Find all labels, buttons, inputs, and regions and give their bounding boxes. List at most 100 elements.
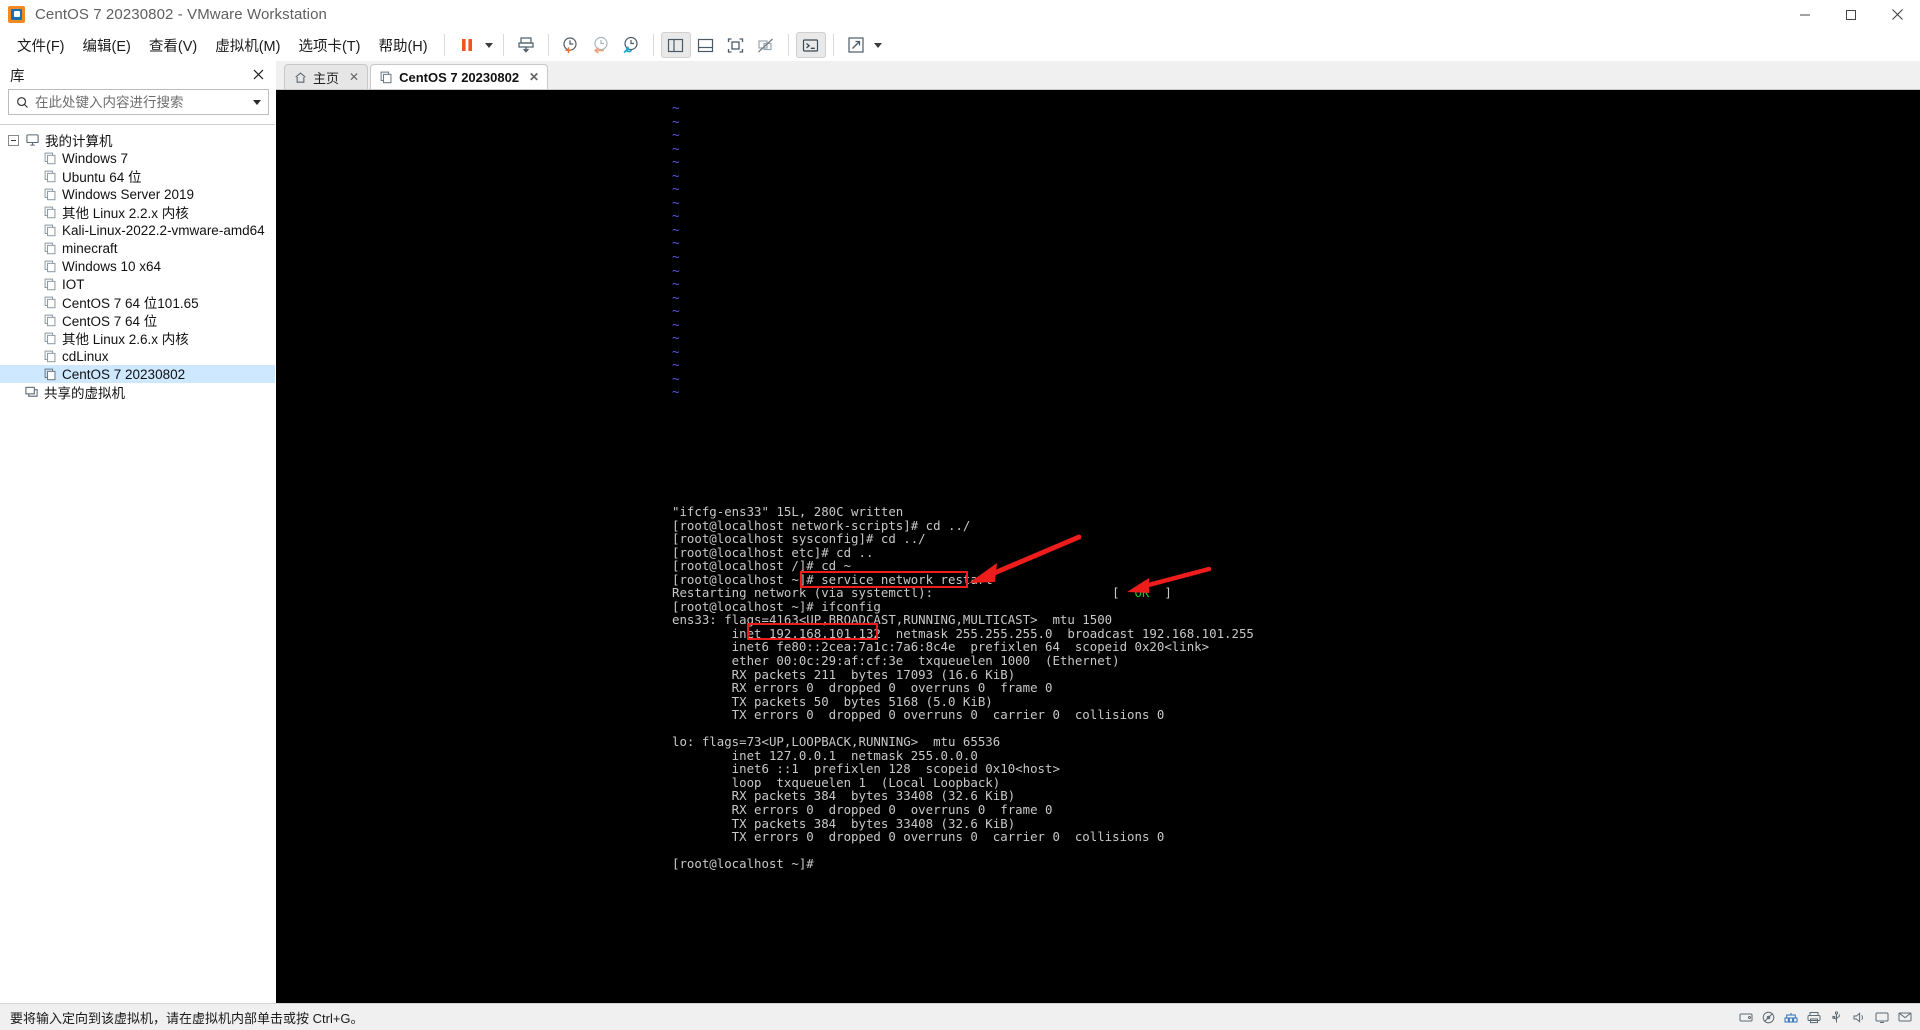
sidebar-item-ubuntu-64[interactable]: Ubuntu 64 位	[0, 167, 275, 185]
display-icon[interactable]	[1875, 1011, 1889, 1024]
search-box[interactable]	[8, 89, 269, 115]
title-bar: CentOS 7 20230802 - VMware Workstation	[0, 0, 1920, 29]
sidebar-item-shared-vms[interactable]: 共享的虚拟机	[0, 383, 275, 401]
sidebar-item-label: CentOS 7 20230802	[62, 366, 186, 382]
vm-icon	[44, 332, 56, 344]
vm-icon	[44, 170, 56, 182]
vm-icon	[44, 296, 56, 308]
sidebar-item-kali-linux[interactable]: Kali-Linux-2022.2-vmware-amd64	[0, 221, 275, 239]
collapse-icon[interactable]	[8, 134, 19, 146]
sidebar-item-other-linux-22[interactable]: 其他 Linux 2.2.x 内核	[0, 203, 275, 221]
network-adapter-icon[interactable]	[1784, 1011, 1798, 1024]
toolbar-separator	[787, 34, 789, 56]
sidebar-item-centos-7-64[interactable]: CentOS 7 64 位	[0, 311, 275, 329]
stretch-button[interactable]	[841, 32, 871, 58]
minimize-button[interactable]	[1782, 0, 1828, 29]
sidebar-item-iot[interactable]: IOT	[0, 275, 275, 293]
usb-icon[interactable]	[1830, 1010, 1843, 1024]
toolbar-separator	[443, 34, 445, 56]
sidebar-item-other-linux-26[interactable]: 其他 Linux 2.6.x 内核	[0, 329, 275, 347]
stretch-dropdown[interactable]	[871, 32, 885, 58]
sidebar-item-label: Windows 10 x64	[62, 258, 162, 274]
menu-view[interactable]: 查看(V)	[140, 31, 206, 60]
tab-close-icon[interactable]: ✕	[529, 70, 539, 84]
terminal-output: "ifcfg-ens33" 15L, 280C written [root@loc…	[672, 504, 1254, 872]
message-icon[interactable]	[1898, 1011, 1912, 1024]
suspend-button[interactable]	[452, 32, 482, 58]
sidebar-item-label: cdLinux	[62, 348, 109, 364]
vm-icon	[380, 71, 392, 83]
library-panel: 库 在此处键入内容进行搜索 我的计算机 Windows 7 Ubuntu 64 …	[0, 61, 276, 1003]
toolbar-separator	[547, 34, 549, 56]
tab-bar: 主页 ✕ CentOS 7 20230802 ✕	[276, 61, 1920, 89]
sidebar-item-windows-server-2019[interactable]: Windows Server 2019	[0, 185, 275, 203]
vm-console-screen[interactable]: ~ ~ ~ ~ ~ ~ ~ ~ ~ ~ ~ ~ ~ ~ ~ ~ ~ ~ ~ ~ …	[276, 89, 1920, 1003]
sidebar-item-label: IOT	[62, 276, 85, 292]
unity-button[interactable]	[751, 32, 781, 58]
toolbar-separator	[832, 34, 834, 56]
menu-help[interactable]: 帮助(H)	[369, 31, 436, 60]
vm-pane: 主页 ✕ CentOS 7 20230802 ✕ ~ ~ ~ ~ ~ ~ ~ ~…	[276, 61, 1920, 1003]
sidebar-item-label: 其他 Linux 2.2.x 内核	[62, 206, 189, 221]
menu-file[interactable]: 文件(F)	[8, 31, 74, 60]
search-dropdown-icon[interactable]	[250, 90, 264, 114]
menu-edit[interactable]: 编辑(E)	[74, 31, 140, 60]
library-search-row	[0, 89, 275, 115]
shared-vm-label: 共享的虚拟机	[44, 386, 125, 401]
tab-label: 主页	[313, 70, 340, 86]
vm-tree: 我的计算机 Windows 7 Ubuntu 64 位 Windows Serv…	[0, 124, 275, 1003]
sidebar-item-cdlinux[interactable]: cdLinux	[0, 347, 275, 365]
vm-icon	[44, 368, 56, 380]
sidebar-item-label: 其他 Linux 2.6.x 内核	[62, 332, 189, 347]
library-close-icon[interactable]	[248, 66, 269, 85]
sidebar-item-label: CentOS 7 64 位101.65	[62, 296, 199, 311]
sidebar-item-label: CentOS 7 64 位	[62, 314, 158, 329]
tab-centos-7-20230802[interactable]: CentOS 7 20230802 ✕	[370, 64, 549, 89]
tree-root-my-computer[interactable]: 我的计算机	[0, 131, 275, 149]
status-message: 要将输入定向到该虚拟机，请在虚拟机内部单击或按 Ctrl+G。	[10, 1010, 364, 1026]
console-button[interactable]	[795, 32, 826, 58]
power-dropdown[interactable]	[482, 32, 496, 58]
sidebar-item-windows-10-x64[interactable]: Windows 10 x64	[0, 257, 275, 275]
tree-root-label: 我的计算机	[45, 134, 113, 149]
search-input[interactable]	[29, 94, 250, 110]
show-console-view-button[interactable]	[691, 32, 721, 58]
status-bar: 要将输入定向到该虚拟机，请在虚拟机内部单击或按 Ctrl+G。	[0, 1003, 1920, 1030]
hard-disk-icon[interactable]	[1739, 1011, 1753, 1024]
sidebar-item-label: Ubuntu 64 位	[62, 170, 142, 185]
manage-snapshot-button[interactable]	[511, 32, 541, 58]
main-body: 库 在此处键入内容进行搜索 我的计算机 Windows 7 Ubuntu 64 …	[0, 61, 1920, 1003]
maximize-button[interactable]	[1828, 0, 1874, 29]
tab-close-icon[interactable]: ✕	[349, 70, 359, 84]
vm-icon	[44, 242, 56, 254]
cd-dvd-icon[interactable]	[1762, 1011, 1775, 1024]
menu-toolbar: 文件(F) 编辑(E) 查看(V) 虚拟机(M) 选项卡(T) 帮助(H)	[0, 29, 1920, 61]
vm-icon	[44, 260, 56, 272]
vm-icon	[44, 278, 56, 290]
show-library-button[interactable]	[660, 32, 691, 58]
tab-home[interactable]: 主页 ✕	[284, 64, 369, 89]
sidebar-item-windows-7[interactable]: Windows 7	[0, 149, 275, 167]
home-icon	[295, 71, 306, 83]
computer-icon	[26, 134, 39, 146]
sidebar-item-centos-7-64-10165[interactable]: CentOS 7 64 位101.65	[0, 293, 275, 311]
sidebar-item-minecraft[interactable]: minecraft	[0, 239, 275, 257]
vm-icon	[44, 224, 56, 236]
window-title: CentOS 7 20230802 - VMware Workstation	[35, 5, 328, 23]
chevron-down-icon	[873, 42, 882, 48]
close-button[interactable]	[1874, 0, 1920, 29]
take-snapshot-button[interactable]	[556, 32, 586, 58]
fullscreen-button[interactable]	[721, 32, 751, 58]
vmware-workstation-window: CentOS 7 20230802 - VMware Workstation 文…	[0, 0, 1920, 1030]
sidebar-item-label: Windows 7	[62, 150, 129, 166]
printer-icon[interactable]	[1807, 1011, 1821, 1024]
library-title: 库	[10, 68, 25, 85]
sidebar-item-centos-7-20230802[interactable]: CentOS 7 20230802	[0, 365, 275, 383]
menu-vm[interactable]: 虚拟机(M)	[206, 31, 289, 60]
revert-snapshot-button[interactable]	[586, 32, 616, 58]
snapshot-manager-button[interactable]	[616, 32, 646, 58]
menu-tabs[interactable]: 选项卡(T)	[289, 31, 369, 60]
window-controls	[1782, 0, 1920, 29]
sound-icon[interactable]	[1852, 1011, 1866, 1024]
toolbar-separator	[652, 34, 654, 56]
